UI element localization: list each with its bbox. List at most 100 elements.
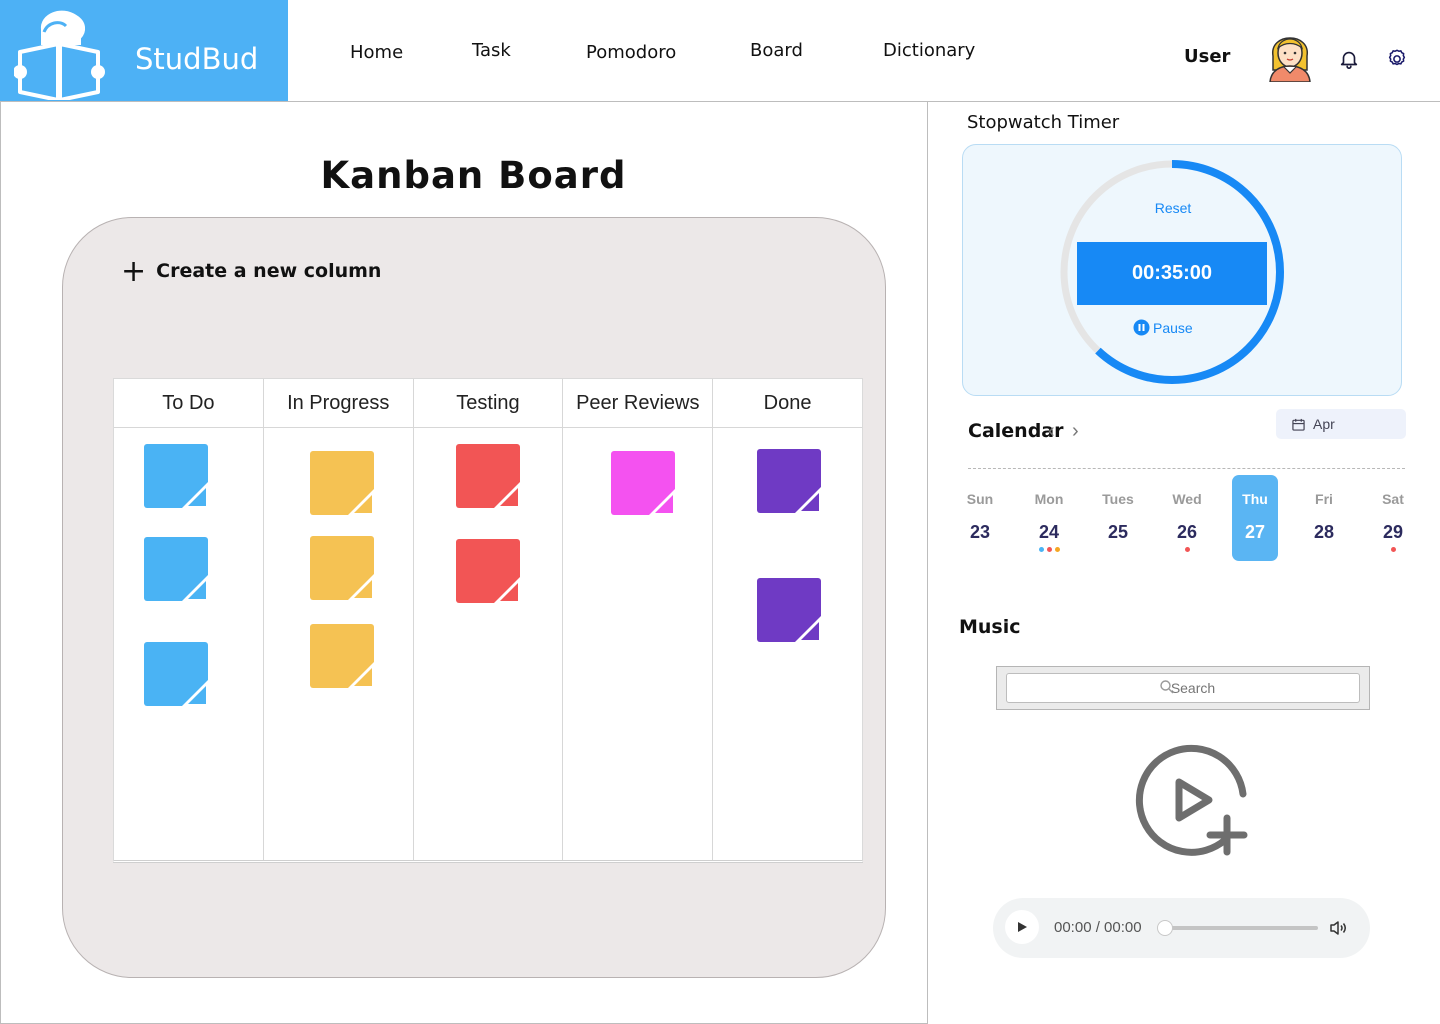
note-fold-icon	[795, 616, 822, 642]
plus-icon: +	[121, 253, 147, 289]
sticky-note[interactable]	[309, 624, 374, 688]
sticky-note[interactable]	[611, 451, 676, 515]
note-fold-icon	[182, 575, 208, 601]
chevron-right-icon[interactable]: ›	[1072, 420, 1079, 443]
sticky-note[interactable]	[455, 444, 520, 508]
event-dot	[1184, 547, 1190, 552]
stopwatch-display: 00:35:00	[1077, 242, 1267, 305]
brand-area[interactable]: StudBud	[0, 0, 288, 101]
column-todo: To Do	[114, 379, 264, 860]
reset-button[interactable]: Reset	[1113, 200, 1233, 216]
sticky-note[interactable]	[309, 536, 374, 600]
note-fold-icon	[347, 489, 374, 515]
day-number: 25	[1107, 522, 1129, 542]
day-name: Thu	[1242, 491, 1268, 507]
column-done: Done	[713, 379, 862, 860]
event-dots	[1164, 547, 1210, 552]
note-fold-icon	[649, 489, 676, 515]
event-dot	[1038, 547, 1044, 552]
nav-task[interactable]: Task	[472, 40, 511, 61]
day-tues[interactable]: Tues 25	[1095, 475, 1141, 561]
event-dot	[1046, 547, 1052, 552]
audio-player: 00:00 / 00:00	[993, 898, 1370, 958]
sidebar-panel: Stopwatch Timer Reset 00:35:00 Pause Cal…	[928, 102, 1440, 1024]
stopwatch-card: Reset 00:35:00 Pause	[962, 144, 1402, 396]
day-number: 23	[969, 522, 991, 542]
column-header[interactable]: To Do	[114, 379, 263, 428]
day-name: Sun	[966, 491, 994, 507]
nav-dictionary[interactable]: Dictionary	[883, 40, 975, 61]
board-page: Kanban Board + Create a new column To Do…	[0, 102, 928, 1024]
search-input[interactable]	[1006, 673, 1360, 703]
column-header[interactable]: Testing	[413, 379, 563, 428]
play-button[interactable]	[1005, 910, 1039, 944]
sticky-note[interactable]	[757, 578, 822, 642]
sticky-note[interactable]	[144, 444, 208, 508]
event-dot	[1390, 547, 1396, 552]
note-fold-icon	[493, 482, 520, 508]
stopwatch-title: Stopwatch Timer	[967, 112, 1120, 133]
sticky-note[interactable]	[757, 449, 822, 513]
note-fold-icon	[493, 577, 520, 603]
pause-icon	[1133, 319, 1150, 336]
search-icon	[1160, 680, 1174, 694]
day-number: 26	[1176, 522, 1198, 542]
day-name: Wed	[1172, 491, 1202, 507]
nav-home[interactable]: Home	[350, 42, 403, 63]
volume-icon[interactable]	[1328, 918, 1348, 938]
gear-icon[interactable]	[1386, 48, 1408, 70]
day-sun[interactable]: Sun 23	[957, 475, 1003, 561]
column-testing: Testing	[413, 379, 564, 860]
event-dots	[1370, 547, 1416, 552]
sticky-note[interactable]	[144, 642, 208, 706]
seek-thumb[interactable]	[1157, 920, 1173, 936]
day-name: Mon	[1034, 491, 1064, 507]
bell-icon[interactable]	[1338, 48, 1360, 70]
user-label[interactable]: User	[1184, 46, 1230, 67]
note-fold-icon	[795, 487, 822, 513]
page-title: Kanban Board	[320, 154, 627, 197]
music-search	[996, 666, 1370, 710]
day-name: Sat	[1382, 491, 1404, 507]
nav-pomodoro[interactable]: Pomodoro	[586, 42, 676, 63]
avatar[interactable]	[1265, 26, 1315, 82]
create-column-button[interactable]: + Create a new column	[121, 253, 382, 289]
calendar-icon	[1292, 418, 1305, 431]
column-header[interactable]: Peer Reviews	[563, 379, 713, 428]
sticky-note[interactable]	[144, 537, 208, 601]
kanban-container: + Create a new column To Do In Progress …	[62, 217, 886, 978]
column-peer-reviews: Peer Reviews	[563, 379, 714, 860]
column-in-progress: In Progress	[263, 379, 414, 860]
kanban-board: To Do In Progress Testing Peer Reviews D…	[113, 378, 863, 863]
event-dot	[1054, 547, 1060, 552]
create-column-label: Create a new column	[156, 260, 382, 282]
column-header[interactable]: In Progress	[263, 379, 413, 428]
brand-title: StudBud	[135, 42, 259, 76]
day-mon[interactable]: Mon 24	[1026, 475, 1072, 561]
seek-slider[interactable]	[1157, 920, 1318, 936]
add-music-icon[interactable]	[1133, 742, 1253, 860]
music-title: Music	[959, 616, 1021, 638]
event-dots	[1026, 547, 1072, 552]
day-fri[interactable]: Fri 28	[1301, 475, 1347, 561]
column-header[interactable]: Done	[713, 379, 862, 428]
note-fold-icon	[182, 680, 208, 706]
note-fold-icon	[182, 482, 208, 508]
sticky-note[interactable]	[455, 539, 520, 603]
note-fold-icon	[347, 574, 374, 600]
day-number: 27	[1244, 522, 1266, 542]
day-thu[interactable]: Thu 27	[1232, 475, 1278, 561]
day-sat[interactable]: Sat 29	[1370, 475, 1416, 561]
month-selector[interactable]: Apr	[1276, 409, 1406, 439]
calendar-divider	[968, 468, 1405, 469]
top-navigation-bar: StudBud Home Task Pomodoro Board Diction…	[0, 0, 1440, 102]
sticky-note[interactable]	[309, 451, 374, 515]
pause-button[interactable]: Pause	[1133, 319, 1193, 336]
reader-logo-icon	[14, 10, 105, 100]
chevron-left-icon[interactable]: ‹	[1048, 420, 1055, 443]
day-name: Tues	[1102, 491, 1134, 507]
nav-board[interactable]: Board	[750, 40, 803, 61]
day-wed[interactable]: Wed 26	[1164, 475, 1210, 561]
month-label: Apr	[1313, 416, 1335, 432]
note-fold-icon	[347, 662, 374, 688]
